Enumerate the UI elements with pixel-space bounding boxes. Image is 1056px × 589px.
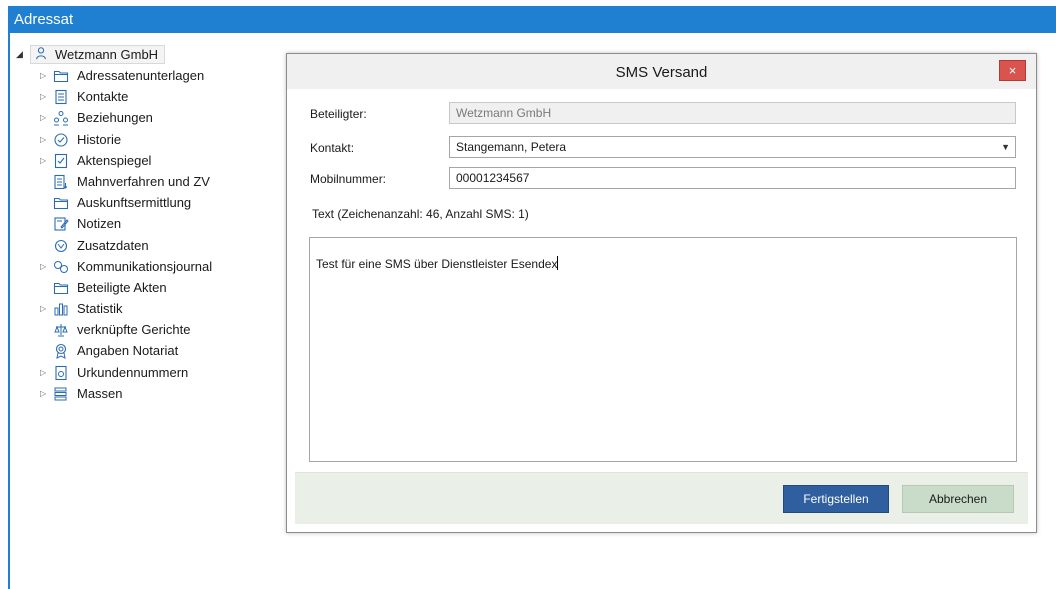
beteiligter-label: Beteiligter:	[310, 107, 367, 121]
document-list-icon	[53, 174, 69, 190]
tree-item[interactable]: Notizen	[14, 214, 276, 235]
tree-item[interactable]: ▷ Statistik	[14, 299, 276, 320]
tree-item[interactable]: ▷ Kontakte	[14, 87, 276, 108]
tree-item-label: verknüpfte Gerichte	[77, 322, 191, 338]
beteiligter-field: Wetzmann GmbH	[449, 102, 1016, 124]
collapse-arrow-icon[interactable]: ◢	[16, 44, 23, 64]
cancel-button-label: Abbrechen	[928, 492, 988, 506]
sms-message-text: Test für eine SMS über Dienstleister Ese…	[316, 257, 558, 271]
tree-item[interactable]: ▷ Beziehungen	[14, 108, 276, 129]
window-title: Adressat	[14, 11, 74, 28]
tree-root-item[interactable]: ◢ Wetzmann GmbH	[14, 44, 276, 66]
tree-item[interactable]: Zusatzdaten	[14, 236, 276, 257]
tree-item[interactable]: Auskunftsermittlung	[14, 193, 276, 214]
expand-arrow-icon[interactable]: ▷	[40, 299, 46, 319]
folder-icon	[53, 280, 69, 296]
tree-root-label-box[interactable]: Wetzmann GmbH	[30, 45, 166, 64]
relations-icon	[53, 110, 69, 126]
tree-root-label: Wetzmann GmbH	[55, 47, 159, 62]
kontakt-label: Kontakt:	[310, 141, 355, 155]
tree-item[interactable]: ▷ Massen	[14, 384, 276, 405]
tree-item-label: Kommunikationsjournal	[77, 258, 213, 274]
navigation-tree: ◢ Wetzmann GmbH ▷ Adressatenunterlagen ▷ Ko…	[14, 44, 276, 405]
folder-icon	[53, 195, 69, 211]
tree-item-label: Beziehungen	[77, 110, 153, 126]
tree-item[interactable]: Beteiligte Akten	[14, 278, 276, 299]
kontakt-select[interactable]: Stangemann, Petera ▼	[449, 136, 1016, 158]
kontakt-value: Stangemann, Petera	[456, 140, 567, 154]
expand-arrow-icon[interactable]: ▷	[40, 130, 46, 150]
dialog-titlebar: SMS Versand ×	[287, 54, 1036, 89]
checklist-icon	[53, 153, 69, 169]
mobilnummer-value: 00001234567	[456, 171, 530, 185]
tree-item-label: Mahnverfahren und ZV	[77, 173, 210, 189]
expand-arrow-icon[interactable]: ▷	[40, 257, 46, 277]
tree-item-label: Beteiligte Akten	[77, 279, 167, 295]
finish-button-label: Fertigstellen	[803, 492, 869, 506]
tree-item-label: Massen	[77, 385, 123, 401]
finish-button[interactable]: Fertigstellen	[783, 485, 889, 513]
folder-icon	[53, 68, 69, 84]
seal-icon	[53, 343, 69, 360]
sms-dialog: SMS Versand × Beteiligter: Wetzmann GmbH…	[286, 53, 1037, 533]
tree-item-label: Historie	[77, 131, 122, 147]
close-button[interactable]: ×	[999, 60, 1026, 81]
expand-arrow-icon[interactable]: ▷	[40, 384, 46, 404]
tree-item[interactable]: ▷ Aktenspiegel	[14, 151, 276, 172]
tree-item-label: Statistik	[77, 301, 123, 317]
bar-chart-icon	[53, 301, 69, 317]
window-titlebar: Adressat	[8, 6, 1056, 33]
dialog-footer: Fertigstellen Abbrechen	[295, 472, 1028, 524]
tree-item[interactable]: ▷ Urkundennummern	[14, 363, 276, 384]
character-count-info: Text (Zeichenanzahl: 46, Anzahl SMS: 1)	[312, 207, 529, 221]
dialog-title: SMS Versand	[615, 64, 708, 81]
cancel-button[interactable]: Abbrechen	[902, 485, 1014, 513]
dropdown-arrow-icon[interactable]: ▼	[1001, 137, 1010, 157]
certificate-icon	[53, 365, 69, 381]
notes-icon	[53, 216, 69, 232]
tree-item-label: Notizen	[77, 216, 122, 232]
tree-item[interactable]: ▷ Adressatenunterlagen	[14, 66, 276, 87]
tree-item[interactable]: verknüpfte Gerichte	[14, 320, 276, 341]
tree-item-label: Adressatenunterlagen	[77, 68, 205, 83]
tree-item-label: Kontakte	[77, 89, 129, 105]
tree-items: ▷ Adressatenunterlagen ▷ Kontakte ▷ Beziehung…	[14, 66, 276, 405]
person-icon	[34, 46, 48, 62]
close-icon: ×	[1008, 63, 1017, 78]
expand-arrow-icon[interactable]: ▷	[40, 87, 46, 107]
tree-item-label: Auskunftsermittlung	[77, 195, 192, 211]
court-icon	[53, 322, 69, 338]
tree-item-label: Zusatzdaten	[77, 237, 149, 253]
expand-arrow-icon[interactable]: ▷	[40, 108, 46, 128]
communication-icon	[53, 259, 69, 275]
tree-item[interactable]: ▷ Kommunikationsjournal	[14, 257, 276, 278]
mobilnummer-input[interactable]: 00001234567	[449, 167, 1016, 189]
stack-icon	[53, 386, 69, 402]
history-icon	[53, 132, 69, 148]
contacts-icon	[53, 89, 69, 105]
expand-arrow-icon[interactable]: ▷	[40, 151, 46, 171]
sms-message-textarea[interactable]: Test für eine SMS über Dienstleister Ese…	[309, 237, 1017, 462]
tree-item[interactable]: ▷ Historie	[14, 130, 276, 151]
tree-item[interactable]: Angaben Notariat	[14, 341, 276, 362]
extra-data-icon	[53, 238, 69, 254]
tree-item-label: Angaben Notariat	[77, 343, 179, 359]
expand-arrow-icon[interactable]: ▷	[40, 363, 46, 383]
tree-item-label: Aktenspiegel	[77, 152, 152, 168]
text-caret	[557, 256, 559, 270]
mobilnummer-label: Mobilnummer:	[310, 172, 387, 186]
window-left-border	[8, 33, 10, 589]
beteiligter-value: Wetzmann GmbH	[456, 106, 552, 120]
tree-item[interactable]: Mahnverfahren und ZV	[14, 172, 276, 193]
expand-arrow-icon[interactable]: ▷	[40, 66, 46, 86]
tree-item-label: Urkundennummern	[77, 364, 189, 380]
